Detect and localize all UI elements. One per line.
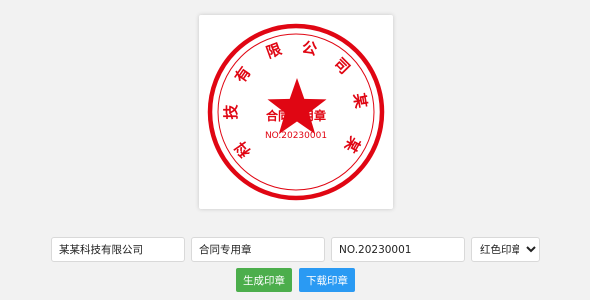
seal-ring-char: 技: [222, 104, 240, 120]
seal-ring-char: 公: [300, 38, 318, 59]
seal-preview-card: 科技有限公司某某 合同专用章 NO.20230001: [199, 15, 393, 209]
seal-ring-char: 科: [231, 138, 254, 161]
seal-ring-char: 某: [350, 92, 371, 111]
seal-ring-char: 有: [231, 63, 254, 86]
generate-seal-button[interactable]: 生成印章: [236, 268, 292, 292]
seal-number-input[interactable]: [331, 237, 465, 262]
seal-ring-char: 某: [340, 133, 364, 156]
seal-ring-char: 司: [330, 54, 353, 77]
star-icon: [267, 78, 327, 135]
company-seal: 科技有限公司某某 合同专用章 NO.20230001: [207, 23, 385, 201]
company-name-input[interactable]: [51, 237, 185, 262]
download-seal-button[interactable]: 下载印章: [299, 268, 355, 292]
seal-ring-char: 限: [264, 40, 284, 62]
seal-color-select[interactable]: 红色印章: [471, 237, 540, 262]
seal-number-text: NO.20230001: [265, 131, 327, 141]
seal-type-input[interactable]: [191, 237, 325, 262]
